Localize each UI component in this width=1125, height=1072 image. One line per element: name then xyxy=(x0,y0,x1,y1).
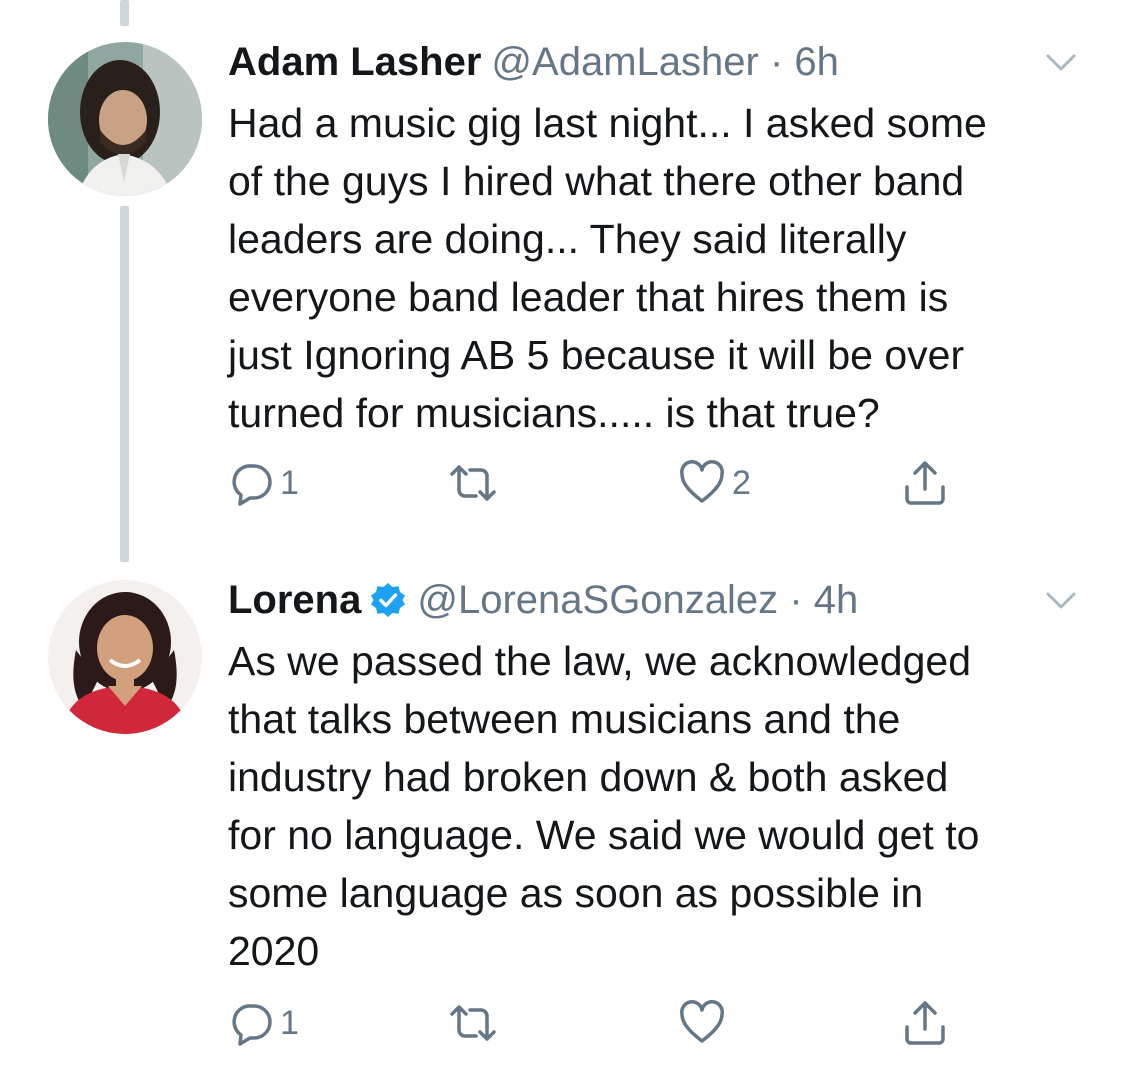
tweet-text-line: industry had broken down & both asked xyxy=(228,754,949,800)
like-count: 2 xyxy=(732,463,751,502)
tweet-text: Had a music gig last night... I asked so… xyxy=(228,94,1088,442)
chevron-down-icon[interactable] xyxy=(1045,590,1077,612)
chevron-down-icon[interactable] xyxy=(1045,52,1077,74)
share-icon xyxy=(905,1001,945,1045)
user-handle[interactable]: @AdamLasher xyxy=(491,40,758,84)
tweet-header: Lorena @LorenaSGonzalez · 4h xyxy=(228,574,858,626)
verified-badge-icon xyxy=(371,583,406,617)
retweet-icon xyxy=(450,465,496,501)
separator-dot: · xyxy=(789,578,803,622)
avatar[interactable] xyxy=(48,580,202,734)
tweet-header: Adam Lasher @AdamLasher · 6h xyxy=(228,36,839,88)
tweet-text-line: As we passed the law, we acknowledged xyxy=(228,638,972,684)
like-button[interactable]: 2 xyxy=(678,458,751,508)
thread-connector-line xyxy=(120,0,129,26)
separator-dot: · xyxy=(769,40,784,84)
tweet-text-line: for no language. We said we would get to xyxy=(228,812,980,858)
display-name[interactable]: Lorena xyxy=(228,578,361,622)
heart-icon xyxy=(680,460,724,503)
reply-button[interactable]: 1 xyxy=(228,458,299,508)
heart-icon xyxy=(680,1000,724,1043)
tweet-text-line: of the guys I hired what there other ban… xyxy=(228,158,965,204)
user-handle[interactable]: @LorenaSGonzalez xyxy=(417,578,778,622)
tweet-text-line: just Ignoring AB 5 because it will be ov… xyxy=(228,332,965,378)
tweet-text-line: turned for musicians..... is that true? xyxy=(228,390,880,436)
tweet-text-line: everyone band leader that hires them is xyxy=(228,274,949,320)
share-button[interactable] xyxy=(902,458,948,508)
reply-icon xyxy=(232,1004,272,1046)
share-button[interactable] xyxy=(902,998,948,1048)
tweet-text-line: that talks between musicians and the xyxy=(228,696,901,742)
avatar[interactable] xyxy=(48,42,202,196)
tweet-text-line: 2020 xyxy=(228,928,320,974)
reply-button[interactable]: 1 xyxy=(228,998,299,1048)
timestamp[interactable]: 4h xyxy=(814,578,859,622)
thread-connector-line xyxy=(120,206,129,562)
retweet-button[interactable] xyxy=(446,998,506,1048)
retweet-icon xyxy=(450,1005,496,1041)
reply-count: 1 xyxy=(280,1003,299,1042)
like-button[interactable] xyxy=(678,998,732,1048)
tweet-text-line: Had a music gig last night... I asked so… xyxy=(228,100,987,146)
reply-icon xyxy=(232,464,272,506)
share-icon xyxy=(905,461,945,505)
tweet-text: As we passed the law, we acknowledged th… xyxy=(228,632,1088,980)
retweet-button[interactable] xyxy=(446,458,506,508)
tweet-text-line: some language as soon as possible in xyxy=(228,870,924,916)
reply-count: 1 xyxy=(280,463,299,502)
display-name[interactable]: Adam Lasher xyxy=(228,40,481,84)
timestamp[interactable]: 6h xyxy=(794,40,839,84)
tweet-text-line: leaders are doing... They said literally xyxy=(228,216,907,262)
